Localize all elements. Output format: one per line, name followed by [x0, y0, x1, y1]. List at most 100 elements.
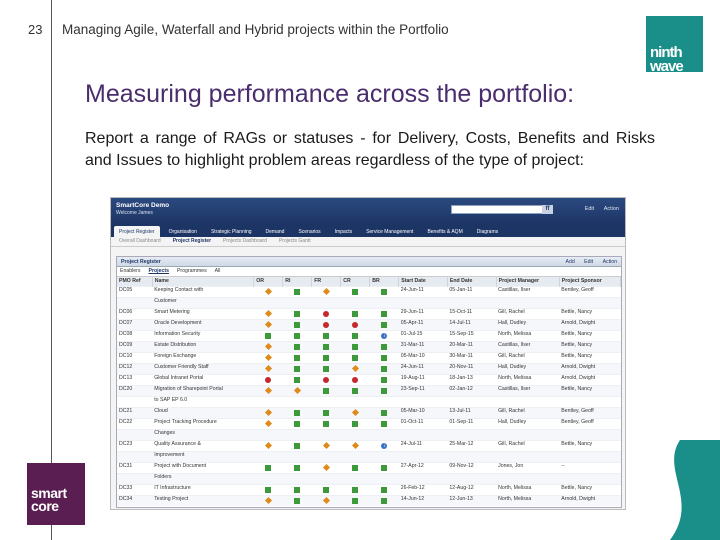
rag-green-icon [381, 486, 388, 493]
end-date-cell: 13-Jul-11 [447, 406, 497, 418]
project-name-cell: Cloud [152, 406, 254, 418]
rag-green-icon [352, 486, 359, 493]
rag-green-icon [381, 420, 388, 427]
rag-cell [340, 472, 370, 484]
rag-green-icon [294, 409, 301, 416]
action-button[interactable]: Action [603, 259, 617, 265]
rag-none-icon [352, 399, 358, 405]
filter-tab-2[interactable]: Programmes [177, 268, 207, 274]
filter-tab-1[interactable]: Projects [148, 268, 168, 274]
pmo-ref-cell: DC31 [117, 461, 153, 473]
subnav-tab-0[interactable]: Overall Dashboard [119, 238, 161, 244]
search-button[interactable]: ff [542, 205, 553, 214]
start-date-cell: 14-Jun-12 [398, 494, 448, 506]
column-header[interactable]: CR [340, 277, 371, 286]
column-header[interactable]: FR [311, 277, 342, 286]
table-row[interactable]: Changes [117, 428, 621, 440]
rag-amber-icon [322, 496, 330, 504]
filter-tab-3[interactable]: All [215, 268, 221, 274]
table-row[interactable]: DC20 Migration of Sharepoint Portal 23-Sep… [117, 384, 621, 396]
rag-cell [311, 439, 341, 451]
nav-tab-1[interactable]: Organisation [164, 226, 202, 238]
subnav-tab-3[interactable]: Projects Gantt [279, 238, 311, 244]
nav-tab-5[interactable]: Impacts [330, 226, 358, 238]
table-row[interactable]: DC31 Project with Document 27-Apr-12 09-Nov… [117, 461, 621, 473]
edit-link[interactable]: Edit [585, 206, 594, 212]
rag-amber-icon [351, 408, 359, 416]
rag-cell [340, 406, 370, 418]
column-header[interactable]: Start Date [398, 277, 448, 286]
table-row[interactable]: DC06 Smart Metering 29-Jun-11 15-Oct-11 Gill… [117, 307, 621, 319]
table-row[interactable]: DC34 Testing Project 14-Jun-12 12-Jun-13 Nor… [117, 494, 621, 506]
column-header[interactable]: BR [369, 277, 400, 286]
nav-tab-7[interactable]: Benefits & AQM [422, 226, 467, 238]
edit-button[interactable]: Edit [584, 259, 593, 265]
table-row[interactable]: DC08Information Security 01-Jul-1515-Sep-… [117, 329, 621, 341]
project-name-cell: Keeping Contact with [152, 285, 254, 297]
table-row[interactable]: DC23Quality Assurance & 24-Jul-1125-Mar-1… [117, 439, 621, 451]
nav-tab-2[interactable]: Strategic Planning [206, 226, 257, 238]
search-input[interactable] [451, 205, 553, 214]
column-header[interactable]: Project Manager [496, 277, 560, 286]
project-manager-cell: Castillas, Ilser [496, 285, 560, 297]
panel-title: Project Register [121, 259, 161, 265]
table-row[interactable]: DC21 Cloud 05-Mar-10 13-Jul-11 Gill, Rachel B… [117, 406, 621, 418]
subnav-tab-1[interactable]: Project Register [173, 238, 211, 244]
project-sponsor-cell: Bentley, Geoff [559, 406, 621, 418]
project-name-cell: Foreign Exchange [152, 351, 254, 363]
table-row[interactable]: DC12 Customer Friendly Staff 24-Jun-11 20-N… [117, 362, 621, 374]
column-header[interactable]: PMO Ref [117, 277, 153, 286]
rag-amber-icon [264, 353, 272, 361]
nav-tab-0[interactable]: Project Register [114, 226, 160, 238]
table-row[interactable]: Improvement [117, 450, 621, 462]
table-row[interactable]: Folders [117, 472, 621, 484]
table-row[interactable]: DC05 Keeping Contact with 24-Jun-11 05-Jan-… [117, 285, 621, 297]
rag-amber-icon [264, 309, 272, 317]
panel-title-bar: Project Register Add Edit Action [117, 257, 621, 267]
project-manager-cell: North, Melissa [496, 329, 560, 341]
column-header[interactable]: Project Sponsor [559, 277, 622, 286]
table-row[interactable]: DC07 Oracle Development 05-Apr-11 14-Jul-11… [117, 318, 621, 330]
subnav-tab-2[interactable]: Projects Dashboard [223, 238, 267, 244]
nav-tab-3[interactable]: Demand [261, 226, 290, 238]
project-name-cell: Customer Friendly Staff [152, 362, 254, 374]
action-link[interactable]: Action [604, 206, 619, 212]
rag-cell [311, 417, 341, 429]
rag-cell [369, 285, 399, 297]
table-row[interactable]: Customer [117, 296, 621, 308]
rag-amber-icon [293, 386, 301, 394]
project-name-cell: Smart Metering [152, 307, 254, 319]
rag-amber-icon [264, 364, 272, 372]
column-header[interactable]: RI [282, 277, 313, 286]
project-manager-cell: Gill, Rachel [496, 351, 560, 363]
table-row[interactable]: DC09 Estate Distribution 31-Mar-11 20-Mar-1… [117, 340, 621, 352]
rag-cell [253, 307, 283, 319]
column-header[interactable]: OR [253, 277, 284, 286]
end-date-cell: 12-Jun-13 [447, 494, 497, 506]
table-row[interactable]: DC13 Global Intranet Portal 19-Aug-11 18-Ja… [117, 373, 621, 385]
rag-none-icon [381, 432, 387, 438]
rag-none-icon [265, 300, 271, 306]
end-date-cell: 14-Jul-11 [447, 318, 497, 330]
end-date-cell [447, 428, 497, 440]
nav-tab-8[interactable]: Diagrams [472, 226, 503, 238]
pmo-ref-cell: DC23 [117, 439, 153, 451]
pmo-ref-cell: DC21 [117, 406, 153, 418]
table-row[interactable]: DC33 IT Infrastructure 26-Feb-12 12-Aug-12 N… [117, 483, 621, 495]
table-row[interactable]: DC22 Project Tracking Procedure 01-Oct-11 0… [117, 417, 621, 429]
filter-tab-0[interactable]: Enablers [120, 268, 140, 274]
rag-green-icon [381, 354, 388, 361]
nav-tab-6[interactable]: Service Management [361, 226, 418, 238]
column-header[interactable]: End Date [447, 277, 497, 286]
table-row[interactable]: DC10 Foreign Exchange 05-Mar-10 30-Mar-11 Gi… [117, 351, 621, 363]
add-button[interactable]: Add [565, 259, 574, 265]
rag-none-icon [323, 399, 329, 405]
column-header[interactable]: Name [152, 277, 255, 286]
rag-green-icon [323, 420, 330, 427]
rag-green-icon [352, 310, 359, 317]
end-date-cell: 05-Jan-11 [447, 285, 497, 297]
nav-tab-4[interactable]: Scenarios [293, 226, 325, 238]
sub-nav: Overall Dashboard Project Register Project… [111, 237, 625, 247]
table-row[interactable]: to SAP EP 6.0 [117, 395, 621, 407]
rag-cell [340, 417, 370, 429]
